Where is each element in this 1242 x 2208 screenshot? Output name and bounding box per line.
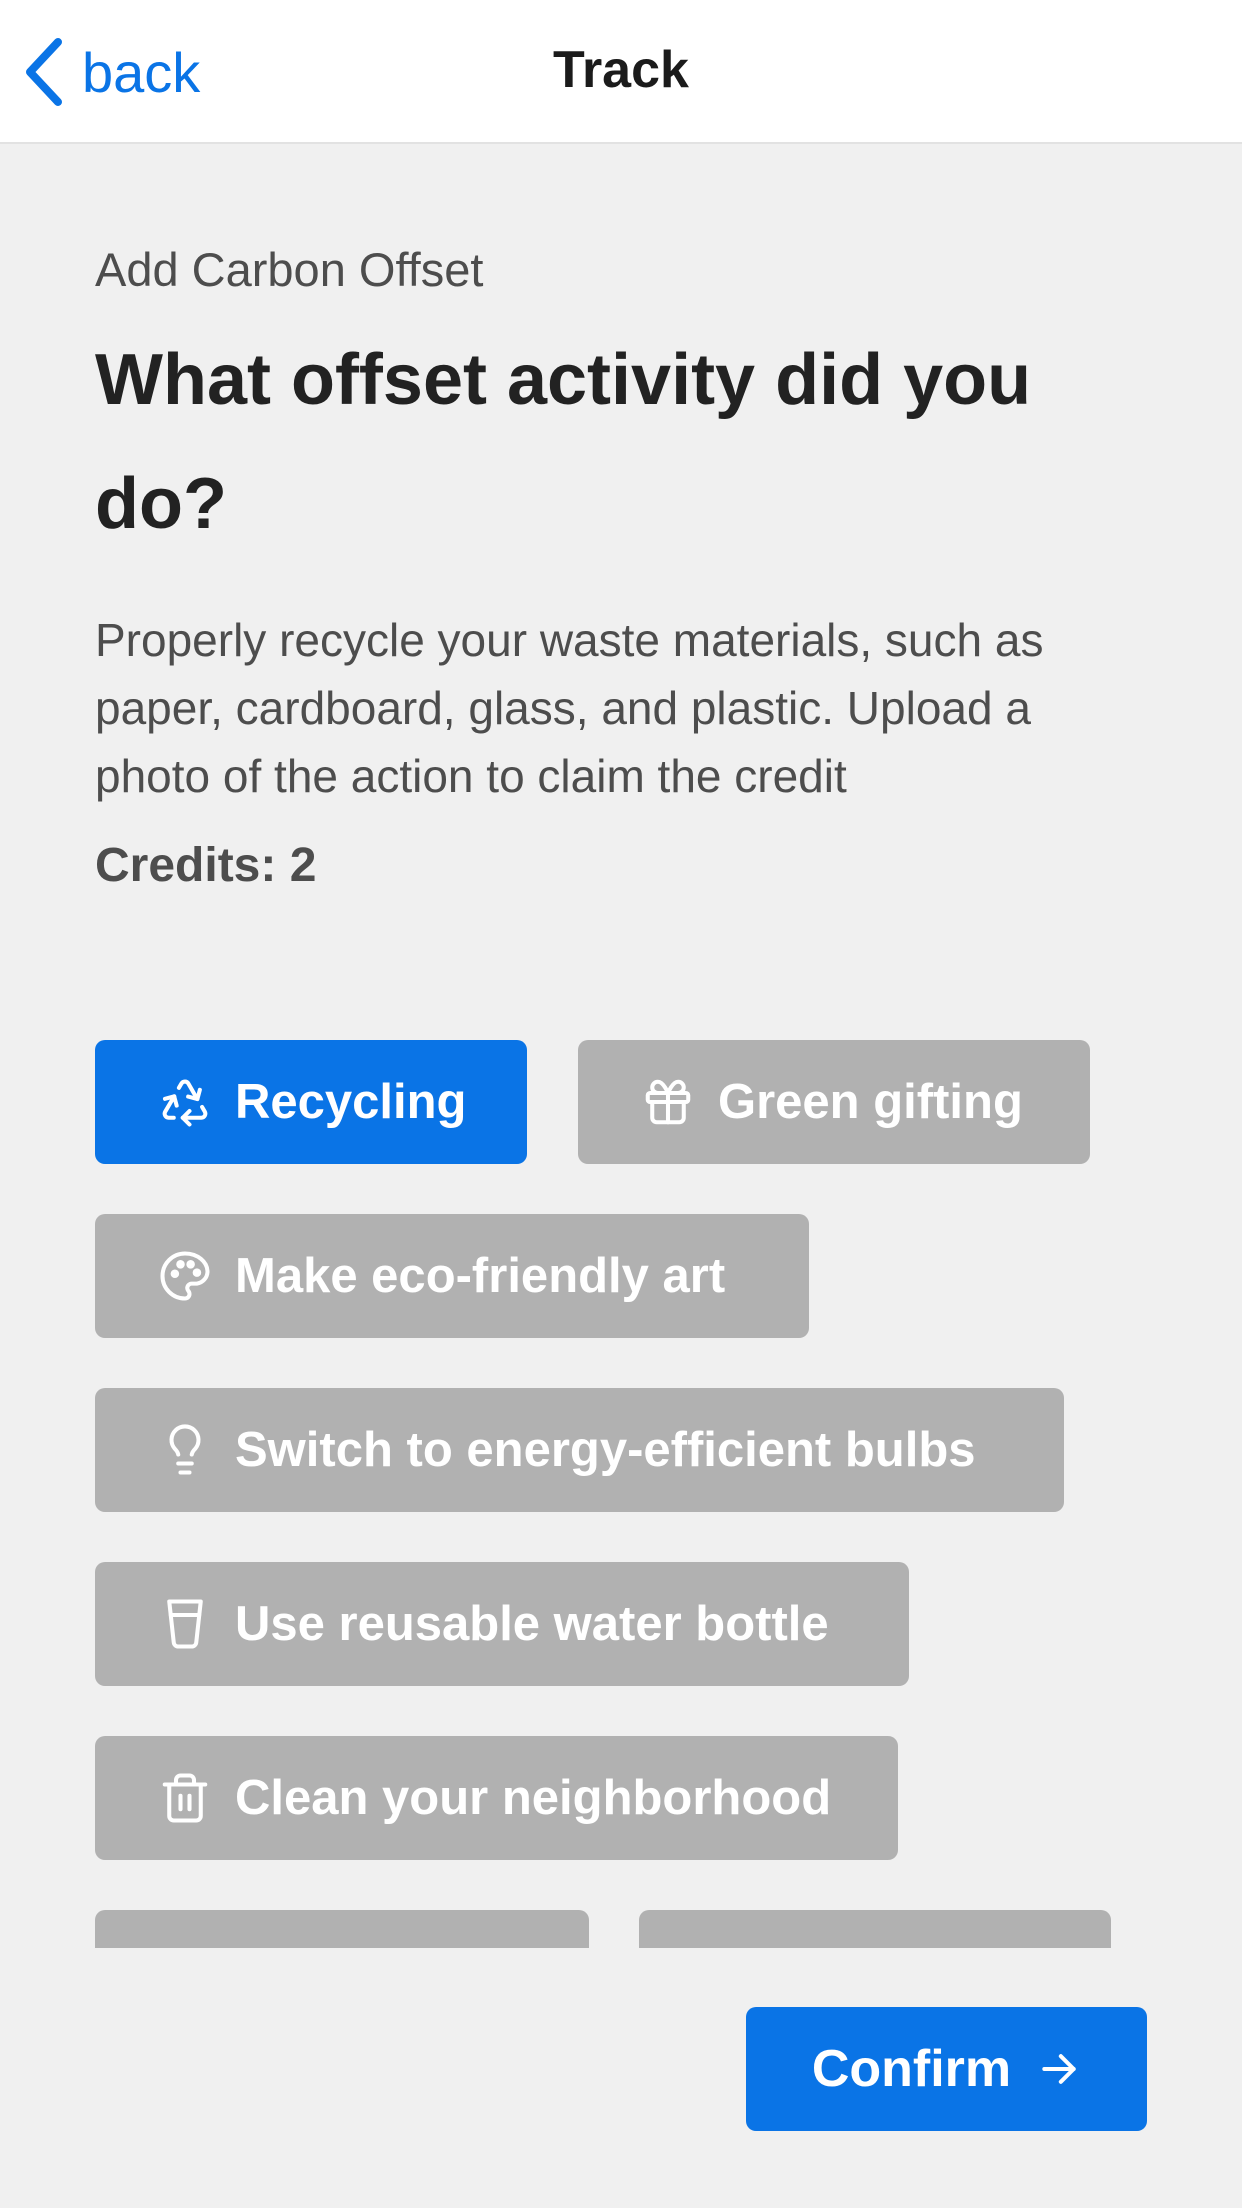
recycle-icon <box>157 1074 213 1130</box>
gift-icon <box>640 1074 696 1130</box>
section-eyebrow: Add Carbon Offset <box>95 243 484 296</box>
option-reusable-water-bottle[interactable]: Use reusable water bottle <box>95 1562 909 1686</box>
option-clipped-right[interactable] <box>639 1910 1111 1948</box>
arrow-right-icon <box>1037 2047 1081 2091</box>
cup-icon <box>157 1596 213 1652</box>
credits-label: Credits: 2 <box>95 839 317 892</box>
option-green-gifting[interactable]: Green gifting <box>578 1040 1090 1164</box>
option-eco-friendly-art[interactable]: Make eco-friendly art <box>95 1214 809 1338</box>
option-label: Make eco-friendly art <box>235 1249 726 1303</box>
lightbulb-icon <box>157 1422 213 1478</box>
confirm-button[interactable]: Confirm <box>746 2007 1147 2131</box>
question-heading: What offset activity did you do? <box>95 340 1032 544</box>
palette-icon <box>157 1248 213 1304</box>
option-energy-efficient-bulbs[interactable]: Switch to energy-efficient bulbs <box>95 1388 1064 1512</box>
option-recycling[interactable]: Recycling <box>95 1040 527 1164</box>
option-label: Clean your neighborhood <box>235 1771 832 1825</box>
option-label: Use reusable water bottle <box>235 1597 829 1651</box>
option-clipped-left[interactable] <box>95 1910 589 1948</box>
activity-options: Recycling Green gifting Make eco-friendl… <box>95 1040 1175 1948</box>
trash-icon <box>157 1770 213 1826</box>
main-content: Add Carbon Offset What offset activity d… <box>95 240 1155 893</box>
option-clean-neighborhood[interactable]: Clean your neighborhood <box>95 1736 898 1860</box>
confirm-label: Confirm <box>811 2040 1012 2098</box>
top-nav-bar: back Track <box>0 0 1242 144</box>
activity-description: Properly recycle your waste materials, s… <box>95 614 1044 802</box>
option-label: Green gifting <box>718 1075 1023 1129</box>
option-label: Recycling <box>235 1075 467 1129</box>
option-label: Switch to energy-efficient bulbs <box>235 1423 976 1477</box>
page-title: Track <box>553 41 689 99</box>
